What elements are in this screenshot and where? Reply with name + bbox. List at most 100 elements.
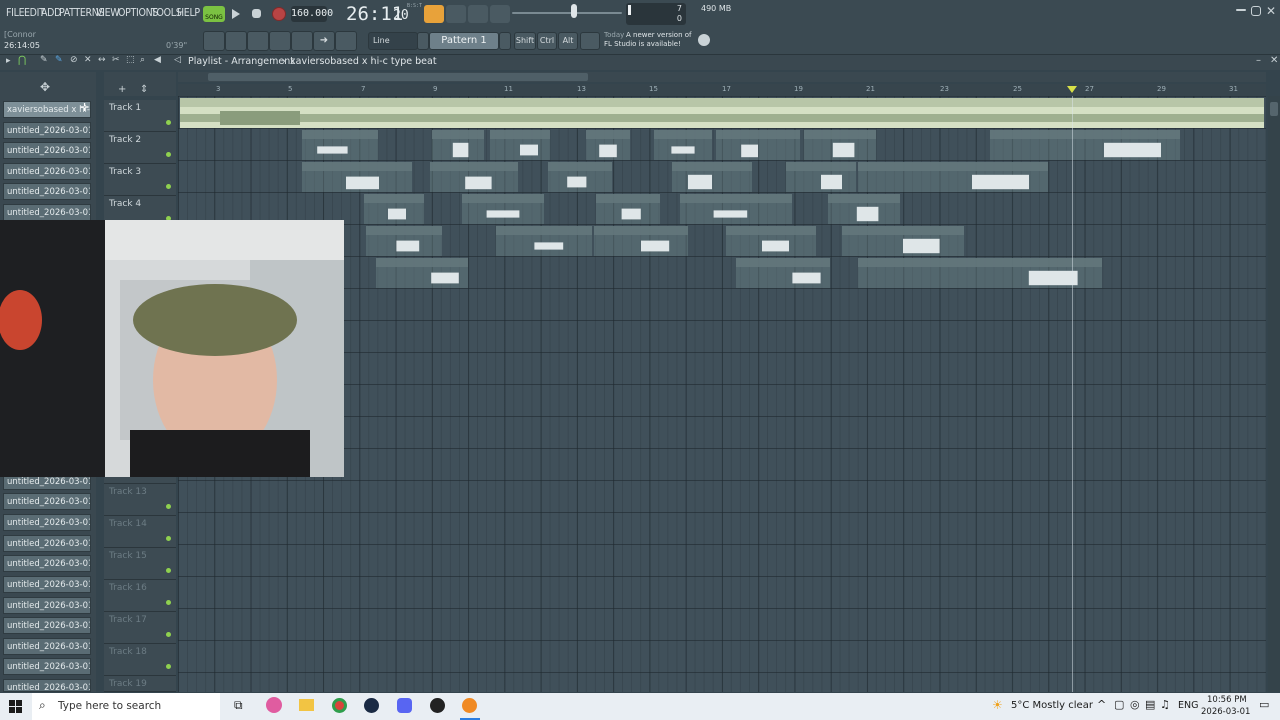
- playlist-minimize-icon[interactable]: –: [1256, 55, 1261, 66]
- clip-item[interactable]: untitled_2026-03-01 22-...: [3, 493, 91, 510]
- mute-tool-icon[interactable]: ✕: [84, 55, 92, 65]
- track-enable-led[interactable]: [166, 600, 171, 605]
- audio-clip[interactable]: untitled_2026-03-01 22-51-46_Insert 1: [858, 162, 1048, 192]
- zoom-tool-icon[interactable]: ⌕: [140, 55, 145, 65]
- track-header[interactable]: Track 15: [104, 548, 176, 580]
- steam-icon[interactable]: [364, 698, 379, 713]
- audio-clip[interactable]: untitle...nsert 1: [364, 194, 424, 224]
- track-header[interactable]: Track 14: [104, 516, 176, 548]
- track-enable-led[interactable]: [166, 632, 171, 637]
- track-header[interactable]: Track 18: [104, 644, 176, 676]
- add-track-icon[interactable]: +: [118, 84, 126, 95]
- slip-tool-icon[interactable]: ↔: [98, 55, 106, 65]
- tray-app-icon[interactable]: ◎: [1130, 698, 1140, 711]
- chrome-icon[interactable]: [332, 698, 347, 713]
- close-icon[interactable]: ✕: [1266, 4, 1276, 18]
- track-name[interactable]: Track 14: [109, 519, 147, 529]
- track-enable-led[interactable]: [166, 568, 171, 573]
- playback-tool-icon[interactable]: ◀: [154, 55, 161, 65]
- file-explorer-icon[interactable]: [299, 699, 314, 711]
- playlist-window-button[interactable]: [203, 31, 225, 51]
- breadcrumb-pattern[interactable]: xaviersobased x hi-c type beat: [290, 56, 437, 67]
- countdown-button[interactable]: [446, 5, 466, 23]
- delete-tool-icon[interactable]: ⊘: [70, 55, 78, 65]
- discord-icon[interactable]: [397, 698, 412, 713]
- clip-add-icon[interactable]: ✛: [80, 101, 89, 114]
- vertical-scrollbar[interactable]: [1268, 96, 1280, 692]
- audio-clip[interactable]: untit...rt 1: [586, 130, 630, 160]
- audio-clip[interactable]: untitled_2026-03-01 22-53-47_Insert 1: [990, 130, 1180, 160]
- pattern-selector[interactable]: Pattern 1: [429, 32, 499, 50]
- playlist-overview-scrollbar[interactable]: [178, 72, 1266, 82]
- tray-app-icon[interactable]: ▢: [1114, 698, 1124, 711]
- audio-clip[interactable]: untitled...nsert 1: [654, 130, 712, 160]
- loop-record-button[interactable]: [490, 5, 510, 23]
- track-header[interactable]: Track 16: [104, 580, 176, 612]
- snap-select[interactable]: Line: [368, 32, 418, 50]
- clip-item[interactable]: xaviersobased x hi-c...: [3, 101, 91, 118]
- weather-text[interactable]: 5°C Mostly clear: [1011, 700, 1093, 711]
- arrow-icon[interactable]: ➜: [313, 31, 335, 51]
- clip-item[interactable]: untitled_2026-03-01 22-...: [3, 679, 91, 692]
- copilot-icon[interactable]: [266, 697, 282, 713]
- taskbar-search-box[interactable]: ⌕ Type here to search: [32, 693, 220, 720]
- magnet-icon[interactable]: ⋂: [18, 55, 26, 66]
- track-enable-led[interactable]: [166, 664, 171, 669]
- record-button[interactable]: [272, 7, 286, 21]
- audio-clip[interactable]: untitled_2026-...43-27_Insert 1: [680, 194, 792, 224]
- audio-clip[interactable]: untitled...nsert 1: [490, 130, 550, 160]
- track-name[interactable]: Track 16: [109, 583, 147, 593]
- select-tool-icon[interactable]: ⬚: [126, 55, 135, 65]
- news-icon[interactable]: [580, 32, 600, 50]
- metronome-button[interactable]: [424, 5, 444, 23]
- audio-clip[interactable]: untitled_2026-03-...2-51-08_Insert 1: [842, 226, 964, 256]
- app-icon[interactable]: [430, 698, 445, 713]
- pattern-add-button[interactable]: [499, 32, 511, 50]
- browser-button[interactable]: [291, 31, 313, 51]
- microphone-icon[interactable]: [335, 31, 357, 51]
- clip-item[interactable]: untitled_2026-03-01 22-...: [3, 122, 91, 139]
- tray-chevron-icon[interactable]: ^: [1097, 698, 1106, 711]
- clip-item[interactable]: untitled_2026-03-01 22-...: [3, 204, 91, 221]
- fl-studio-icon[interactable]: [462, 698, 477, 713]
- audio-clip[interactable]: untitled_202..40_Insert 1: [430, 162, 518, 192]
- alt-key-button[interactable]: Alt: [558, 32, 578, 50]
- track-name[interactable]: Track 15: [109, 551, 147, 561]
- paint-tool-icon[interactable]: ✎: [55, 55, 63, 65]
- audio-clip[interactable]: untitled_2026-03-01 22-52-11_Insert 1: [858, 258, 1102, 288]
- audio-clip[interactable]: untitled_..._Insert 1: [828, 194, 900, 224]
- track-name[interactable]: Track 1: [109, 103, 141, 113]
- stop-button[interactable]: [252, 9, 261, 18]
- wait-input-button[interactable]: [468, 5, 488, 23]
- menu-file[interactable]: FILE: [6, 7, 25, 19]
- audio-clip[interactable]: untitled_202...-39_Insert 1: [736, 258, 830, 288]
- playlist-close-icon[interactable]: ✕: [1270, 55, 1278, 66]
- playhead-marker[interactable]: [1067, 86, 1077, 93]
- track-name[interactable]: Track 17: [109, 615, 147, 625]
- audio-clip[interactable]: untitled_..._Insert 1: [786, 162, 856, 192]
- track-name[interactable]: Track 2: [109, 135, 141, 145]
- audio-clip[interactable]: untitled_202...-00_Insert 1: [594, 226, 688, 256]
- globe-icon[interactable]: [698, 34, 710, 46]
- audio-clip[interactable]: untitled_2...9_Insert 1: [366, 226, 442, 256]
- clip-item[interactable]: untitled_2026-03-01 22-...: [3, 555, 91, 572]
- windows-start-icon[interactable]: [9, 700, 22, 713]
- audio-clip[interactable]: untitled_20...2_Insert 1: [462, 194, 544, 224]
- audio-clip[interactable]: untitled_202...-08_Insert 1: [726, 226, 816, 256]
- track-header[interactable]: Track 19: [104, 676, 176, 692]
- picker-move-icon[interactable]: ✥: [40, 80, 50, 94]
- clip-item[interactable]: untitled_2026-03-01 22-...: [3, 183, 91, 200]
- track-header[interactable]: Track 2: [104, 132, 176, 164]
- clip-item[interactable]: untitled_2026-03-01 22-...: [3, 658, 91, 675]
- task-view-icon[interactable]: ⧉: [234, 698, 243, 713]
- audio-clip[interactable]: untitled_2026-0..34-42_Insert 1: [302, 162, 412, 192]
- expand-icon[interactable]: ⇕: [140, 84, 148, 95]
- menu-view[interactable]: VIEW: [96, 7, 120, 19]
- shift-key-button[interactable]: Shift: [514, 32, 536, 50]
- track-header[interactable]: Track 17: [104, 612, 176, 644]
- clock-date[interactable]: 2026-03-01: [1201, 707, 1250, 717]
- clip-item[interactable]: untitled_2026-03-01 22-...: [3, 597, 91, 614]
- track-enable-led[interactable]: [166, 184, 171, 189]
- menu-help[interactable]: HELP: [177, 7, 200, 19]
- clip-item[interactable]: untitled_2026-03-01 22-...: [3, 617, 91, 634]
